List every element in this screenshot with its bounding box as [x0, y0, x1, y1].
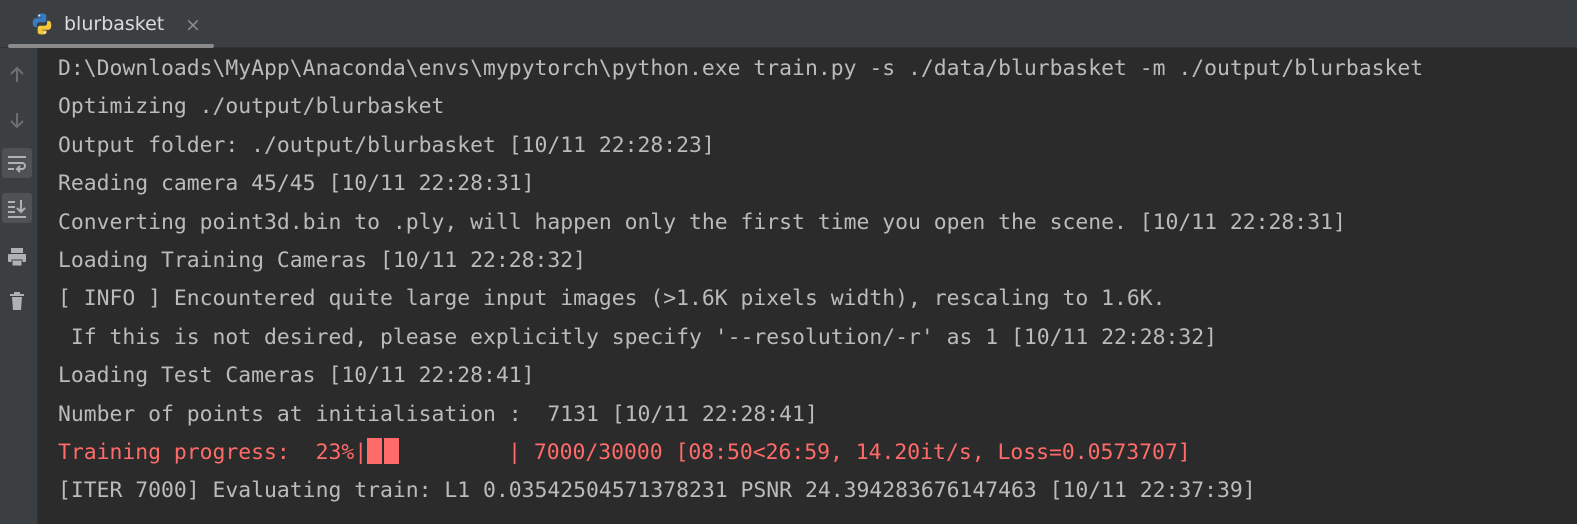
- console-line: Reading camera 45/45 [10/11 22:28:31]: [58, 171, 535, 197]
- console-line: Converting point3d.bin to .ply, will hap…: [58, 209, 1346, 235]
- close-icon[interactable]: ×: [185, 13, 201, 37]
- active-tab-indicator: [8, 44, 214, 48]
- console-toolbar: [0, 48, 38, 524]
- progress-suffix: | 7000/30000 [08:50<26:59, 14.20it/s, Lo…: [508, 439, 1191, 465]
- python-icon: [30, 12, 54, 36]
- console-line: Output folder: ./output/blurbasket [10/1…: [58, 132, 715, 158]
- soft-wrap-icon[interactable]: [2, 148, 32, 178]
- console-line: Loading Training Cameras [10/11 22:28:32…: [58, 247, 587, 273]
- scroll-to-end-icon[interactable]: [2, 193, 32, 223]
- tab-blurbasket[interactable]: blurbasket ×: [8, 0, 214, 48]
- console-line: [ INFO ] Encountered quite large input i…: [58, 286, 1166, 312]
- console-line: Optimizing ./output/blurbasket: [58, 94, 445, 120]
- training-progress-line: Training progress: 23%| | 7000/30000 [08:…: [58, 437, 1577, 476]
- trash-icon[interactable]: [2, 286, 32, 316]
- console-line: [ITER 7000] Evaluating train: L1 0.03542…: [58, 478, 1256, 504]
- up-arrow-icon[interactable]: [2, 60, 32, 90]
- console-line: Number of points at initialisation : 713…: [58, 401, 818, 427]
- console-line: D:\Downloads\MyApp\Anaconda\envs\mypytor…: [58, 56, 1424, 81]
- editor-tab-bar: blurbasket ×: [0, 0, 1577, 48]
- print-icon[interactable]: [2, 242, 32, 272]
- run-console-output[interactable]: D:\Downloads\MyApp\Anaconda\envs\mypytor…: [58, 54, 1577, 515]
- console-line: If this is not desired, please explicitl…: [58, 324, 1218, 350]
- progress-bar-fill: [367, 437, 400, 464]
- down-arrow-icon[interactable]: [2, 105, 32, 135]
- progress-prefix: Training progress: 23%|: [58, 439, 368, 465]
- tab-title: blurbasket: [64, 13, 165, 35]
- console-line: Loading Test Cameras [10/11 22:28:41]: [58, 363, 535, 389]
